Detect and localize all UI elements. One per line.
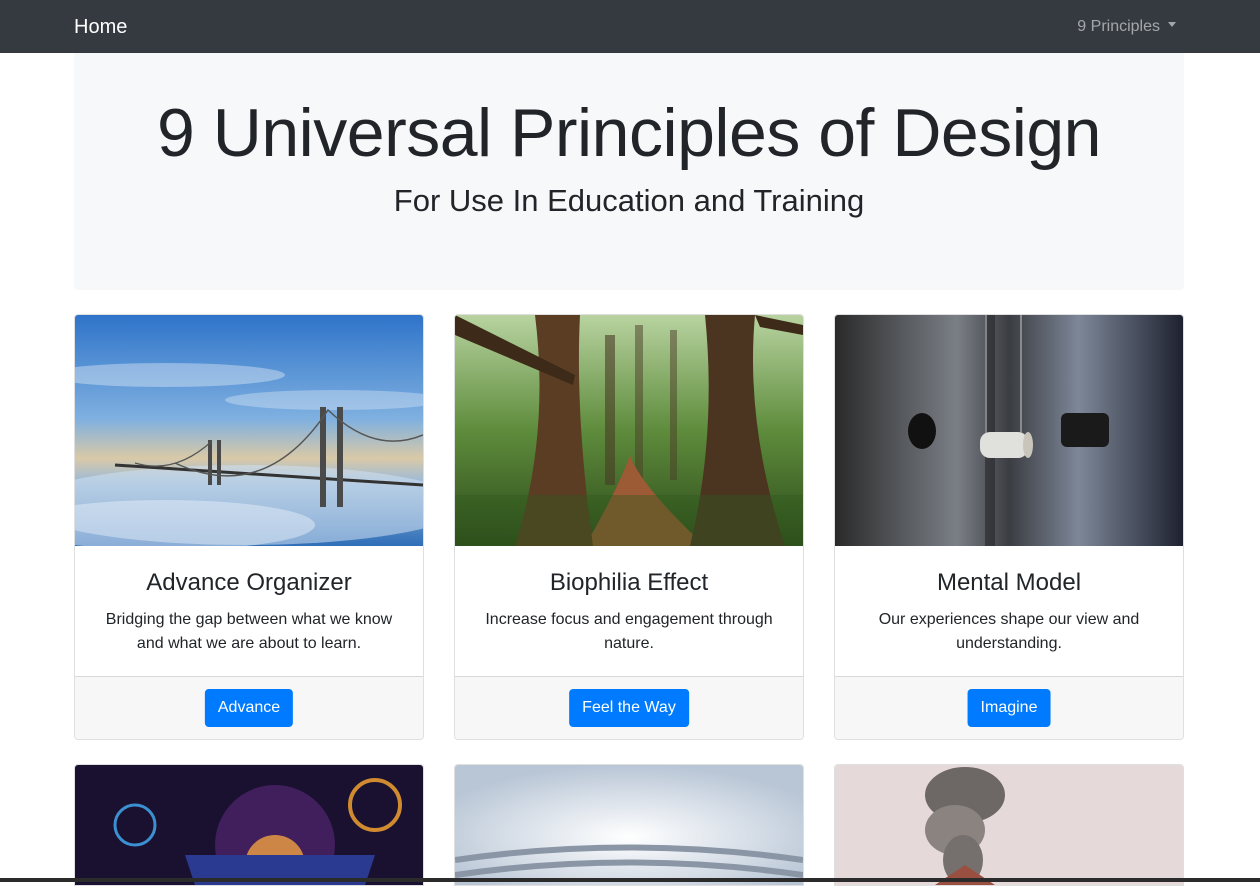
advance-button[interactable]: Advance bbox=[204, 689, 294, 727]
bright-sky-maze-image bbox=[455, 765, 803, 885]
imagine-button[interactable]: Imagine bbox=[967, 689, 1051, 727]
card-footer: Imagine bbox=[835, 676, 1183, 739]
principles-dropdown-label: 9 Principles bbox=[1077, 18, 1160, 35]
card-body: Mental Model Our experiences shape our v… bbox=[835, 547, 1183, 675]
bridge-image bbox=[75, 315, 423, 546]
card-advance-organizer: Advance Organizer Bridging the gap betwe… bbox=[74, 314, 424, 740]
card-footer: Advance bbox=[75, 676, 423, 739]
volcano-smoke-image bbox=[835, 765, 1183, 885]
feel-the-way-button[interactable]: Feel the Way bbox=[569, 689, 689, 727]
card-mental-model: Mental Model Our experiences shape our v… bbox=[834, 314, 1184, 740]
card-row2-2 bbox=[454, 764, 804, 886]
card-body: Biophilia Effect Increase focus and enga… bbox=[455, 547, 803, 675]
page-title: 9 Universal Principles of Design bbox=[157, 95, 1101, 171]
window-bottom-edge bbox=[0, 878, 1260, 882]
card-title: Advance Organizer bbox=[146, 569, 352, 596]
card-body: Advance Organizer Bridging the gap betwe… bbox=[75, 547, 423, 675]
card-text: Our experiences shape our view and under… bbox=[878, 611, 1140, 652]
card-footer: Feel the Way bbox=[455, 676, 803, 739]
principles-dropdown[interactable]: 9 Principles bbox=[1077, 17, 1176, 37]
cork-image bbox=[835, 315, 1183, 546]
card-title: Mental Model bbox=[936, 569, 1082, 596]
navbar: Home 9 Principles bbox=[0, 0, 1260, 53]
forest-image bbox=[455, 315, 803, 546]
card-row2-3 bbox=[834, 764, 1184, 886]
card-row2-1 bbox=[74, 764, 424, 886]
home-link[interactable]: Home bbox=[74, 14, 127, 40]
card-text: Bridging the gap between what we know an… bbox=[105, 611, 393, 652]
caret-down-icon bbox=[1168, 22, 1176, 28]
card-biophilia-effect: Biophilia Effect Increase focus and enga… bbox=[454, 314, 804, 740]
page-subtitle: For Use In Education and Training bbox=[393, 183, 865, 218]
jumbotron: 9 Universal Principles of Design For Use… bbox=[74, 53, 1184, 290]
cosmic-gears-image bbox=[75, 765, 423, 885]
card-title: Biophilia Effect bbox=[549, 569, 709, 596]
card-text: Increase focus and engagement through na… bbox=[485, 611, 773, 652]
